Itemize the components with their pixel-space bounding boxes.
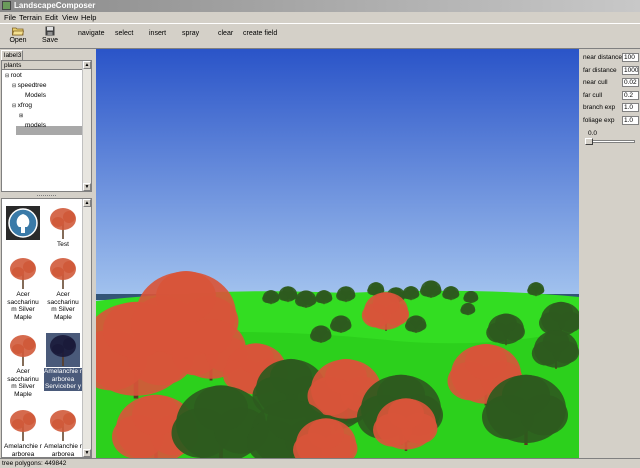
thumbnail-caption: Acer saccharinu m Silver Maple (7, 368, 39, 398)
plant-thumbnail[interactable] (4, 205, 42, 241)
property-input[interactable]: 0.2 (622, 90, 639, 100)
floppy-disk-icon (45, 26, 55, 36)
plant-thumbnail[interactable]: Amelanchie r arborea Serviceber y (4, 407, 42, 458)
scroll-up-icon[interactable]: ▲ (83, 61, 91, 69)
tree-thumbnail-icon (50, 258, 76, 289)
plant-thumbnail[interactable]: Amelanchie r arborea Serviceber y (44, 332, 82, 391)
tree-node-label: models (25, 122, 46, 129)
tree-thumbnail-icon (10, 335, 36, 366)
terrain-3d-viewport[interactable] (96, 49, 579, 458)
plant-thumbnails: Test Acer saccharinu m Silver Maple Acer s… (1, 198, 92, 458)
save-label: Save (42, 37, 58, 44)
property-input[interactable]: 100 (622, 53, 639, 62)
plant-thumbnail[interactable]: Amelanchie r arborea Serviceber y (44, 407, 82, 458)
property-label: near cull (583, 79, 608, 87)
property-label: far cull (583, 91, 603, 99)
property-label: far distance (583, 66, 617, 74)
thumbnail-caption: Test (57, 241, 69, 248)
tree-thumbnail-icon (10, 410, 36, 441)
tree-scrollbar[interactable]: ▲ ▼ (82, 61, 91, 191)
menu-help[interactable]: Help (81, 13, 96, 22)
open-label: Open (9, 37, 27, 44)
plant-thumbnail[interactable]: Acer saccharinu m Silver Maple (44, 255, 82, 321)
slider-handle[interactable] (585, 138, 593, 145)
tree-node-label: speedtree (17, 82, 47, 89)
tool-clear[interactable]: clear (218, 29, 233, 38)
property-input[interactable]: 10000 (622, 65, 639, 75)
property-input[interactable]: 1.0 (622, 103, 639, 113)
thumbnail-caption: Amelanchie r arborea Serviceber y (44, 443, 82, 458)
tool-select[interactable]: select (115, 29, 133, 38)
properties-panel: near distance100 far distance 10000 near cu… (580, 49, 640, 458)
plant-thumbnail[interactable]: Test (44, 205, 82, 249)
menu-bar: File Terrain Edit View Help (0, 12, 640, 23)
property-label: foliage exp (583, 117, 615, 124)
scroll-down-icon[interactable]: ▼ (83, 449, 91, 457)
thumbnail-caption: Acer saccharinu m Silver Maple (7, 291, 39, 321)
folder-open-icon (12, 27, 24, 36)
tree-node-label: xfrog (17, 102, 33, 109)
app-icon (2, 1, 11, 10)
title-bar: LandscapeComposer (0, 0, 640, 12)
thumbnail-caption: Amelanchie r arborea Serviceber y (44, 368, 82, 391)
tree-header: plants (2, 61, 82, 70)
property-label: branch exp (583, 104, 616, 112)
thumbnail-caption: Amelanchie r arborea Serviceber y (4, 443, 42, 458)
plant-thumbnail[interactable]: Acer saccharinu m Silver Maple (4, 332, 42, 398)
thumbnails-scrollbar[interactable]: ▲ ▼ (82, 199, 91, 457)
thumbnail-caption: Acer saccharinu m Silver Maple (47, 291, 79, 321)
tool-create-field[interactable]: create field (243, 29, 277, 38)
property-input[interactable]: 0.02 (622, 78, 639, 88)
tree-node[interactable]: ⊟ speedtree (12, 82, 47, 90)
toolbar: Open Save navigate select insert spray c… (0, 23, 640, 49)
tree-node-label: Models (25, 92, 46, 99)
plant-browser-panel: label3 plants ⊟ root ⊟ speedtree Models ⊟ x… (0, 49, 93, 458)
landscape-render (96, 49, 579, 458)
tool-insert[interactable]: insert (149, 29, 166, 38)
tool-spray[interactable]: spray (182, 29, 199, 38)
save-button[interactable]: Save (35, 25, 65, 47)
plant-thumbnail[interactable]: Acer saccharinu m Silver Maple (4, 255, 42, 321)
tool-navigate[interactable]: navigate (78, 29, 104, 38)
tree-thumbnail-icon (50, 208, 76, 239)
tree-node[interactable]: models (19, 122, 46, 130)
open-button[interactable]: Open (3, 25, 33, 47)
property-input[interactable]: 1.0 (622, 116, 639, 125)
tree-thumbnail-icon (46, 333, 80, 367)
status-text: tree polygons: 449842 (2, 460, 67, 467)
tree-thumbnail-icon (50, 410, 76, 441)
tree-node[interactable]: ⊟ xfrog (12, 102, 32, 110)
tree-node-label: Autumn (24, 112, 47, 119)
tree-node[interactable]: Models (19, 92, 46, 100)
property-label: near distance (583, 54, 623, 61)
panel-tab[interactable]: label3 (1, 50, 23, 60)
scroll-up-icon[interactable]: ▲ (83, 199, 91, 207)
speedtree-logo-icon (6, 206, 40, 240)
sky (96, 49, 579, 309)
slider-value: 0.0 (588, 130, 598, 137)
menu-terrain[interactable]: Terrain (19, 13, 42, 22)
menu-edit[interactable]: Edit (45, 13, 58, 22)
menu-file[interactable]: File (4, 13, 16, 22)
tree-node-label: root (10, 72, 22, 79)
tree-node[interactable]: ⊞ Autumn (19, 112, 47, 120)
plant-tree[interactable]: plants ⊟ root ⊟ speedtree Models ⊟ xfrog ⊞ A… (1, 60, 92, 192)
tree-node[interactable]: ⊟ root (5, 72, 22, 80)
status-bar: tree polygons: 449842 (0, 458, 640, 468)
tree-thumbnail-icon (10, 258, 36, 289)
menu-view[interactable]: View (62, 13, 78, 22)
scroll-down-icon[interactable]: ▼ (83, 183, 91, 191)
window-title: LandscapeComposer (14, 1, 96, 10)
